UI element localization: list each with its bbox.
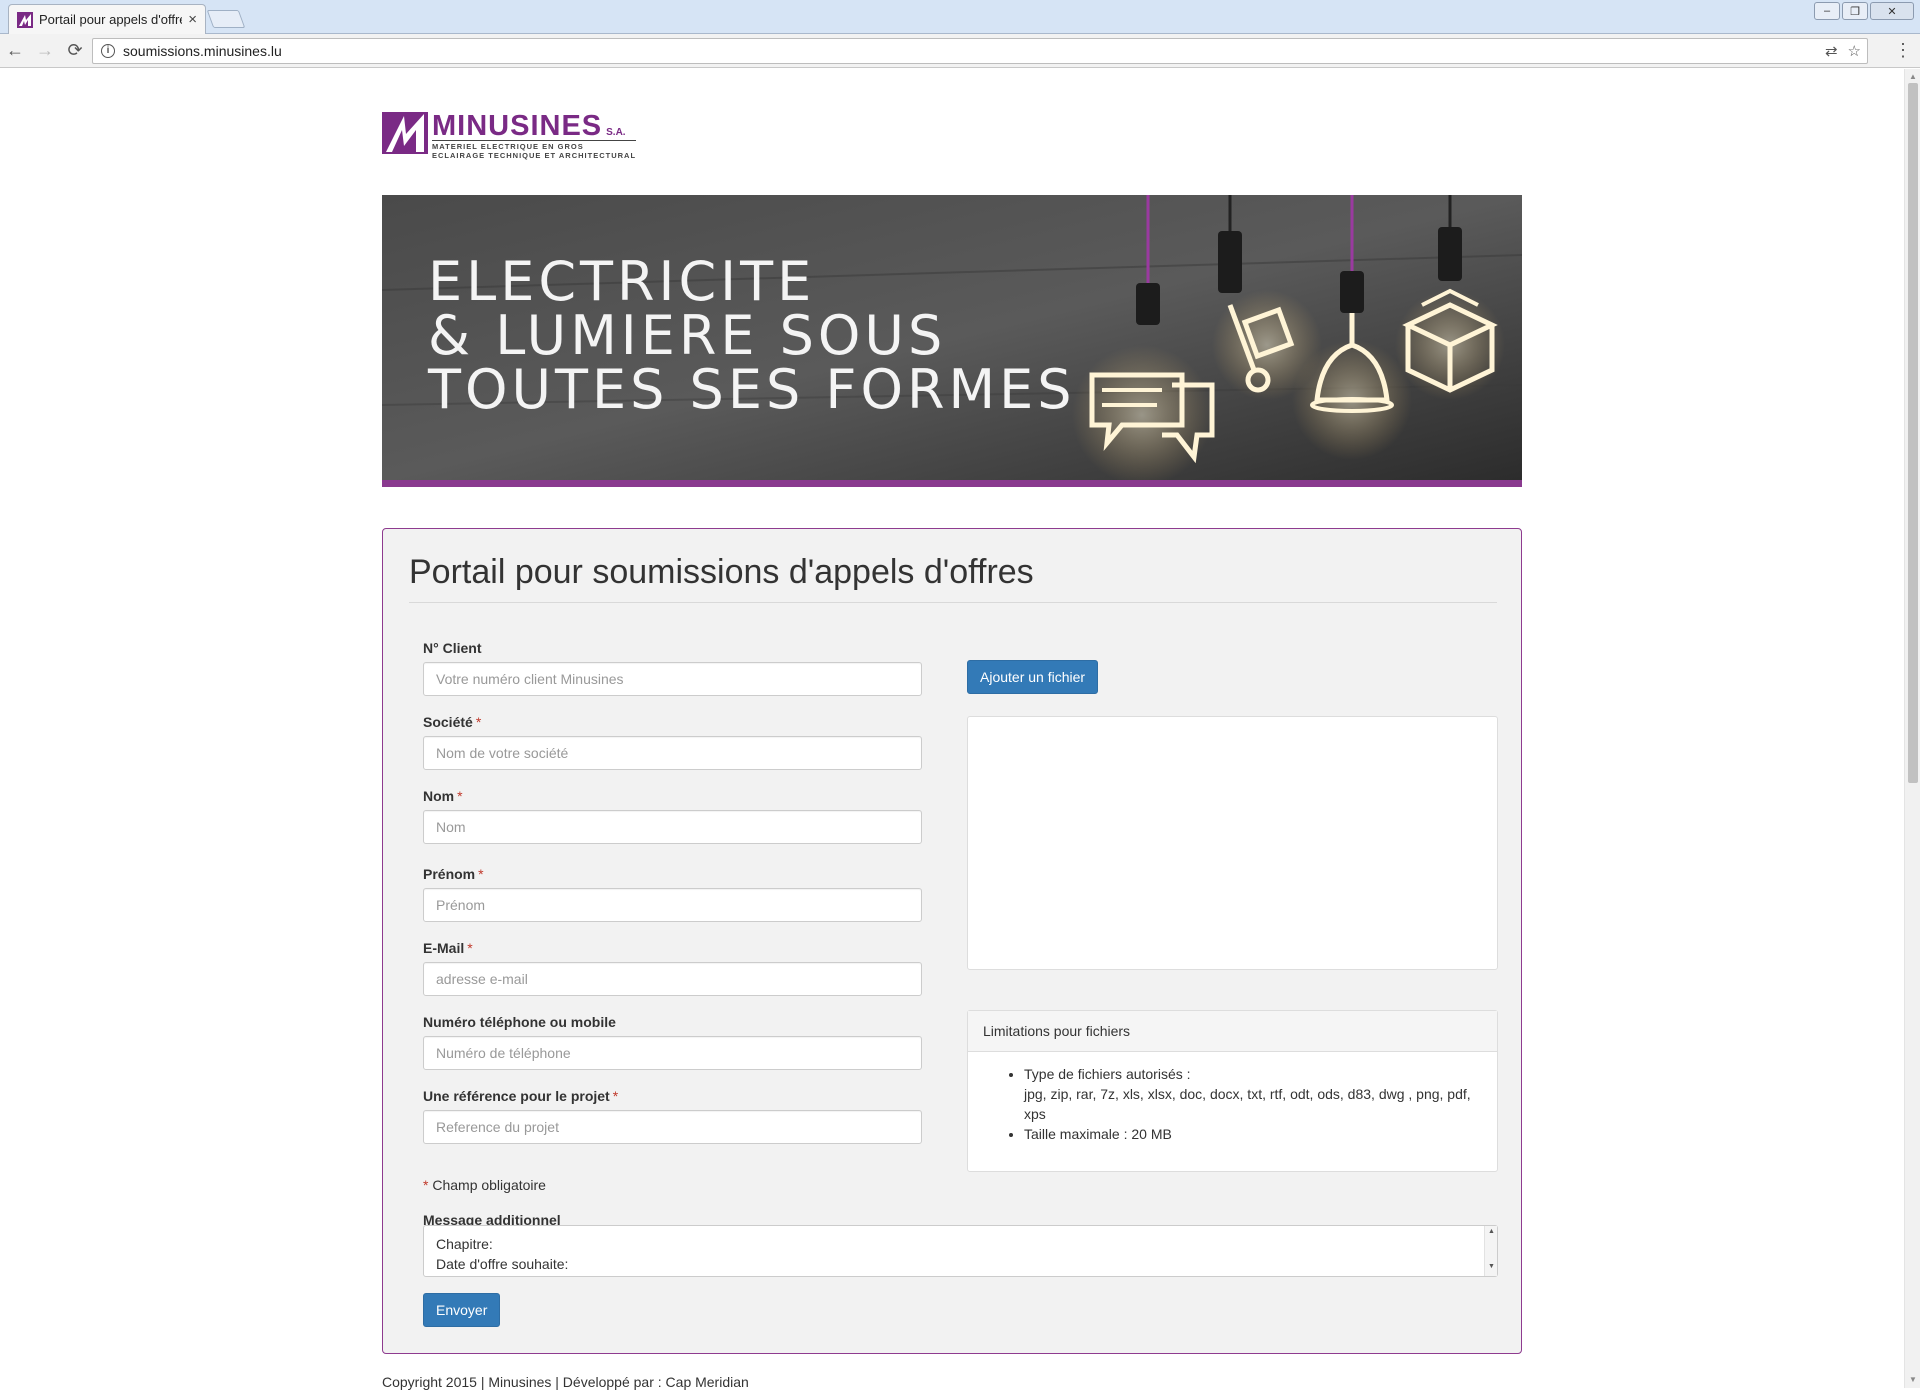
new-tab-button[interactable] — [206, 10, 246, 28]
site-info-icon[interactable]: i — [101, 44, 115, 58]
required-marker: * — [467, 940, 473, 956]
window-controls: – ❐ ✕ — [1814, 2, 1914, 20]
bookmark-star-icon[interactable]: ☆ — [1848, 42, 1861, 60]
minusines-favicon-icon — [17, 11, 33, 28]
page-scrollbar[interactable]: ▲ ▼ — [1904, 69, 1920, 1388]
required-marker: * — [612, 1088, 619, 1104]
file-drop-area[interactable] — [967, 716, 1498, 970]
banner-headline: ELECTRICITE & LUMIERE SOUS TOUTES SES FO… — [428, 255, 1075, 417]
url-text[interactable]: soumissions.minusines.lu — [123, 43, 282, 59]
project-reference-input[interactable] — [423, 1110, 922, 1144]
email-label: E-Mail * — [423, 940, 473, 956]
browser-toolbar: ← → ⟳ i soumissions.minusines.lu ⇄ ☆ ⋮ — [0, 34, 1920, 68]
field-project-reference: Une référence pour le projet * — [423, 1088, 922, 1144]
message-scrollbar[interactable]: ▲ ▼ — [1484, 1226, 1497, 1276]
browser-menu-icon[interactable]: ⋮ — [1894, 40, 1912, 61]
last-name-label: Nom * — [423, 788, 463, 804]
browser-titlebar: Portail pour appels d'offres × – ❐ ✕ — [0, 0, 1920, 34]
first-name-label: Prénom * — [423, 866, 484, 882]
field-company: Société * — [423, 714, 922, 770]
phone-input[interactable] — [423, 1036, 922, 1070]
submit-button[interactable]: Envoyer — [423, 1293, 501, 1327]
project-reference-label: Une référence pour le projet * — [423, 1088, 619, 1104]
banner-line-1: ELECTRICITE — [428, 250, 816, 313]
forward-arrow-icon[interactable]: → — [30, 36, 60, 66]
add-file-button[interactable]: Ajouter un fichier — [967, 660, 1099, 694]
required-marker: * — [478, 866, 484, 882]
minusines-logo[interactable]: MINUSINES S.A. MATERIEL ELECTRIQUE EN GRO… — [382, 110, 637, 160]
last-name-input[interactable] — [423, 810, 922, 844]
required-note-text: Champ obligatoire — [432, 1177, 546, 1193]
logo-tagline-2: ECLAIRAGE TECHNIQUE ET ARCHITECTURAL — [432, 151, 637, 160]
allowed-types-item: Type de fichiers autorisés : jpg, zip, r… — [1024, 1064, 1482, 1124]
required-marker: * — [423, 1177, 429, 1193]
company-input[interactable] — [423, 736, 922, 770]
banner-line-2: & LUMIERE SOUS — [428, 304, 947, 367]
required-marker: * — [475, 714, 482, 730]
allowed-types-label: Type de fichiers autorisés : — [1024, 1066, 1191, 1082]
title-divider — [409, 602, 1497, 603]
company-label: Société * — [423, 714, 482, 730]
page-viewport: MINUSINES S.A. MATERIEL ELECTRIQUE EN GRO… — [0, 69, 1904, 1390]
window-close-button[interactable]: ✕ — [1870, 2, 1914, 20]
client-number-input[interactable] — [423, 662, 922, 696]
browser-tab[interactable]: Portail pour appels d'offres × — [8, 4, 206, 34]
banner-accent-stripe — [382, 480, 1522, 487]
scroll-down-icon[interactable]: ▼ — [1485, 1263, 1498, 1270]
client-number-label: N° Client — [423, 640, 482, 656]
required-field-note: * Champ obligatoire — [423, 1177, 546, 1193]
allowed-types-value: jpg, zip, rar, 7z, xls, xlsx, doc, docx,… — [1024, 1086, 1471, 1122]
phone-label: Numéro téléphone ou mobile — [423, 1014, 616, 1030]
field-last-name: Nom * — [423, 788, 922, 844]
field-phone: Numéro téléphone ou mobile — [423, 1014, 922, 1070]
email-input[interactable] — [423, 962, 922, 996]
file-limits-body: Type de fichiers autorisés : jpg, zip, r… — [968, 1052, 1497, 1154]
logo-suffix: S.A. — [606, 127, 626, 138]
back-arrow-icon[interactable]: ← — [0, 36, 30, 66]
message-textarea[interactable]: Chapitre: Date d'offre souhaite: Remarqu… — [423, 1225, 1498, 1277]
reload-icon[interactable]: ⟳ — [60, 36, 90, 66]
translate-icon[interactable]: ⇄ — [1825, 42, 1838, 60]
maximize-button[interactable]: ❐ — [1842, 2, 1868, 20]
file-limits-title: Limitations pour fichiers — [968, 1011, 1497, 1052]
scroll-up-icon[interactable]: ▲ — [1485, 1228, 1498, 1235]
hero-banner: ELECTRICITE & LUMIERE SOUS TOUTES SES FO… — [382, 195, 1522, 487]
tab-close-icon[interactable]: × — [188, 12, 197, 27]
tab-title: Portail pour appels d'offres — [39, 12, 183, 27]
logo-tagline-1: MATERIEL ELECTRIQUE EN GROS — [432, 140, 637, 151]
required-marker: * — [457, 788, 463, 804]
first-name-input[interactable] — [423, 888, 922, 922]
field-email: E-Mail * — [423, 940, 922, 996]
page-scroll-down-icon[interactable]: ▼ — [1905, 1372, 1920, 1388]
minusines-logo-mark-icon — [382, 112, 428, 154]
max-size-item: Taille maximale : 20 MB — [1024, 1124, 1482, 1144]
submission-form-panel: Portail pour soumissions d'appels d'offr… — [382, 528, 1522, 1354]
logo-wordmark: MINUSINES S.A. MATERIEL ELECTRIQUE EN GRO… — [432, 110, 637, 160]
page-title: Portail pour soumissions d'appels d'offr… — [409, 553, 1034, 591]
logo-name: MINUSINES — [432, 110, 603, 142]
field-first-name: Prénom * — [423, 866, 922, 922]
field-client-number: N° Client — [423, 640, 922, 696]
page-scroll-thumb[interactable] — [1908, 83, 1918, 783]
banner-line-3: TOUTES SES FORMES — [428, 358, 1076, 421]
address-bar[interactable]: i soumissions.minusines.lu ⇄ ☆ — [92, 38, 1868, 64]
minimize-button[interactable]: – — [1814, 2, 1840, 20]
file-limits-panel: Limitations pour fichiers Type de fichie… — [967, 1010, 1498, 1172]
